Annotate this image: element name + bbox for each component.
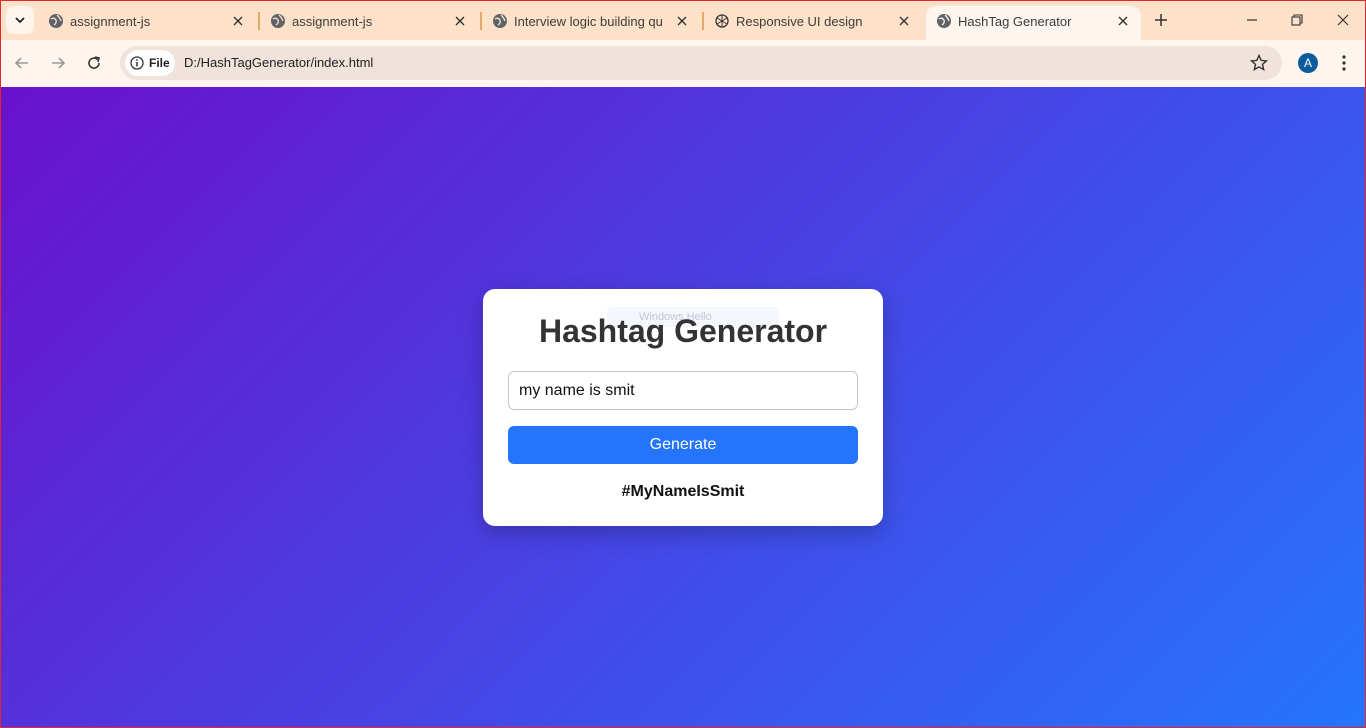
back-button[interactable]	[8, 49, 36, 77]
new-tab-button[interactable]	[1149, 8, 1173, 32]
close-icon	[1337, 14, 1349, 26]
info-icon	[130, 56, 144, 70]
restore-button[interactable]	[1281, 6, 1313, 34]
close-icon[interactable]	[896, 13, 912, 29]
tab-title: Responsive UI design	[736, 14, 863, 29]
globe-icon	[271, 14, 285, 28]
globe-icon	[937, 14, 951, 28]
tab-assignment-js-2[interactable]: assignment-js	[260, 6, 478, 40]
site-info-chip[interactable]: File	[125, 50, 175, 76]
globe-icon	[493, 14, 507, 28]
page-title: Hashtag Generator	[538, 313, 828, 349]
close-window-button[interactable]	[1327, 6, 1359, 34]
hashtag-result: #MyNameIsSmit	[621, 483, 745, 500]
tab-title: HashTag Generator	[958, 14, 1072, 29]
chevron-down-icon	[15, 17, 25, 24]
forward-button[interactable]	[44, 49, 72, 77]
close-icon[interactable]	[1115, 13, 1131, 29]
plus-icon	[1155, 14, 1167, 26]
star-icon[interactable]	[1250, 54, 1268, 72]
generate-button[interactable]: Generate	[508, 426, 858, 464]
tab-title: Interview logic building questions	[514, 14, 662, 29]
kebab-menu-icon	[1342, 55, 1346, 71]
close-icon[interactable]	[452, 13, 468, 29]
address-bar[interactable]: File D:/HashTagGenerator/index.html	[120, 46, 1282, 80]
globe-icon	[49, 14, 63, 28]
profile-avatar[interactable]: A	[1298, 53, 1318, 73]
tab-assignment-js-1[interactable]: assignment-js	[38, 6, 256, 40]
url-text[interactable]: D:/HashTagGenerator/index.html	[184, 55, 373, 70]
tab-strip: assignment-js assignment-js Interview lo…	[0, 0, 1366, 40]
tab-responsive-ui[interactable]: Responsive UI design	[704, 6, 922, 40]
reload-icon	[88, 56, 100, 69]
tab-title: assignment-js	[292, 14, 373, 29]
close-icon[interactable]	[230, 13, 246, 29]
close-icon[interactable]	[674, 13, 690, 29]
arrow-right-icon	[52, 57, 66, 69]
browser-menu-button[interactable]	[1334, 51, 1354, 75]
page-viewport: Windows Hello Hashtag Generator Generate…	[0, 87, 1366, 728]
hashtag-card: Windows Hello Hashtag Generator Generate…	[483, 289, 883, 526]
tab-search-button[interactable]	[6, 6, 34, 34]
arrow-left-icon	[14, 57, 28, 69]
restore-icon	[1291, 14, 1303, 26]
minimize-icon	[1247, 19, 1257, 21]
site-info-label: File	[149, 56, 170, 70]
text-input[interactable]	[508, 371, 858, 410]
minimize-button[interactable]	[1236, 6, 1268, 34]
browser-toolbar: File D:/HashTagGenerator/index.html A	[0, 40, 1366, 87]
reload-button[interactable]	[80, 49, 108, 77]
tab-interview-logic[interactable]: Interview logic building questions	[482, 6, 700, 40]
tab-title: assignment-js	[70, 14, 151, 29]
openai-icon	[715, 14, 729, 28]
tab-hashtag-generator[interactable]: HashTag Generator	[926, 6, 1141, 40]
